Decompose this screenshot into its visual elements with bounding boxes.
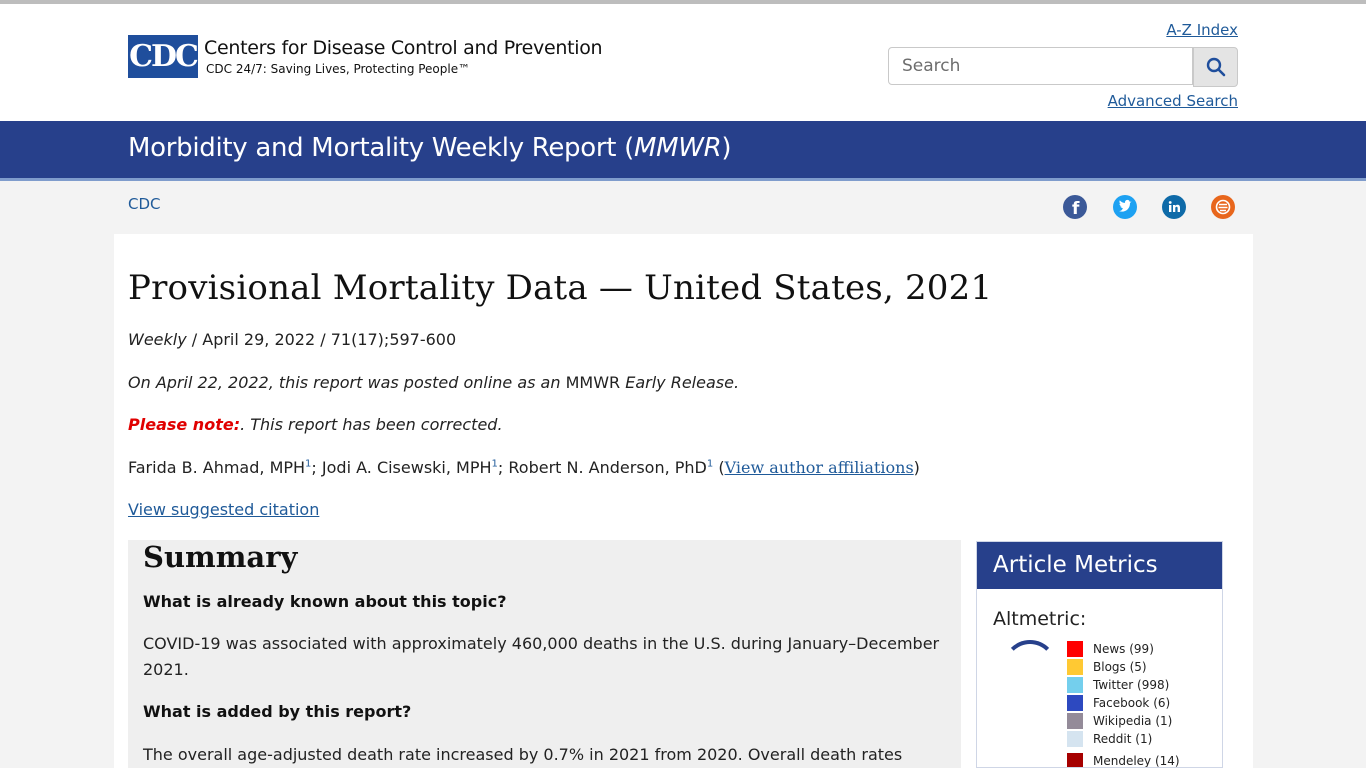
banner-title-suffix: ) <box>721 133 732 163</box>
summary-box: Summary What is already known about this… <box>128 540 961 768</box>
note-text: . This report has been corrected. <box>240 415 503 434</box>
mmwr-banner: Morbidity and Mortality Weekly Report (M… <box>0 121 1366 181</box>
banner-title-prefix: Morbidity and Mortality Weekly Report ( <box>128 133 634 163</box>
syndication-button[interactable] <box>1211 195 1235 219</box>
legend-swatch <box>1067 753 1083 767</box>
summary-answer-2: The overall age-adjusted death rate incr… <box>143 745 903 764</box>
legend-item-wikipedia[interactable]: Wikipedia (1) <box>1067 712 1180 730</box>
early-part1: On April 22, 2022, this report was poste… <box>128 373 566 392</box>
search-input[interactable] <box>888 47 1193 85</box>
legend-item-twitter[interactable]: Twitter (998) <box>1067 676 1180 694</box>
syndication-icon <box>1215 199 1231 215</box>
banner-title-em: MMWR <box>633 133 722 163</box>
altmetric-legend: News (99) Blogs (5) Twitter (998) Facebo… <box>1067 640 1180 768</box>
legend-swatch <box>1067 677 1083 693</box>
article-metrics-panel: Article Metrics Altmetric: News (99) Blo… <box>976 541 1223 768</box>
legend-label: Twitter (998) <box>1093 678 1170 692</box>
author-line: Farida B. Ahmad, MPH1; Jodi A. Cisewski,… <box>128 458 920 477</box>
note-label: Please note: <box>128 415 241 434</box>
cdc-logo[interactable]: CDC <box>128 35 199 78</box>
legend-label: Facebook (6) <box>1093 696 1171 710</box>
early-release-note: On April 22, 2022, this report was poste… <box>128 373 739 392</box>
altmetric-label: Altmetric: <box>993 608 1087 630</box>
author-sep-1: ; <box>311 458 322 477</box>
legend-swatch <box>1067 641 1083 657</box>
legend-item-mendeley[interactable]: Mendeley (14) <box>1067 752 1180 768</box>
org-tagline: CDC 24/7: Saving Lives, Protecting Peopl… <box>206 62 471 76</box>
org-name[interactable]: Centers for Disease Control and Preventi… <box>204 37 603 59</box>
legend-swatch <box>1067 659 1083 675</box>
linkedin-share-button[interactable] <box>1162 195 1186 219</box>
meta-date-volume: / April 29, 2022 / 71(17);597-600 <box>186 330 457 349</box>
legend-label: Blogs (5) <box>1093 660 1147 674</box>
banner-title[interactable]: Morbidity and Mortality Weekly Report (M… <box>128 133 732 163</box>
legend-label: Reddit (1) <box>1093 732 1153 746</box>
summary-question-2: What is added by this report? <box>143 702 412 721</box>
legend-swatch <box>1067 731 1083 747</box>
legend-swatch <box>1067 695 1083 711</box>
legend-label: Wikipedia (1) <box>1093 714 1173 728</box>
author-3: Robert N. Anderson, PhD <box>508 458 707 477</box>
meta-weekly: Weekly <box>128 330 187 349</box>
author-2: Jodi A. Cisewski, MPH <box>321 458 492 477</box>
view-author-affiliations-link[interactable]: View author affiliations <box>725 458 914 477</box>
twitter-icon <box>1119 199 1132 212</box>
summary-heading: Summary <box>143 540 298 574</box>
article-metrics-heading: Article Metrics <box>977 542 1222 589</box>
summary-question-1: What is already known about this topic? <box>143 592 507 611</box>
search-icon <box>1206 57 1225 77</box>
svg-text:f: f <box>1072 199 1080 219</box>
aff-close: ) <box>913 458 920 477</box>
legend-item-blogs[interactable]: Blogs (5) <box>1067 658 1180 676</box>
author-sep-2: ; <box>497 458 509 477</box>
altmetric-donut-icon[interactable] <box>1003 640 1057 694</box>
early-part2: Early Release. <box>620 373 740 392</box>
legend-label: Mendeley (14) <box>1093 754 1180 768</box>
facebook-icon: f <box>1072 199 1080 219</box>
breadcrumb-home[interactable]: CDC <box>128 195 161 213</box>
view-citation-link[interactable]: View suggested citation <box>128 500 319 519</box>
advanced-search-link[interactable]: Advanced Search <box>1100 92 1238 110</box>
legend-swatch <box>1067 713 1083 729</box>
article-title: Provisional Mortality Data — United Stat… <box>128 268 993 308</box>
site-header: CDC Centers for Disease Control and Prev… <box>0 4 1366 121</box>
linkedin-icon <box>1168 201 1180 212</box>
legend-item-reddit[interactable]: Reddit (1) <box>1067 730 1180 748</box>
legend-item-facebook[interactable]: Facebook (6) <box>1067 694 1180 712</box>
author-1: Farida B. Ahmad, MPH <box>128 458 306 477</box>
legend-label: News (99) <box>1093 642 1154 656</box>
facebook-share-button[interactable]: f <box>1063 195 1087 219</box>
summary-answer-1: COVID-19 was associated with approximate… <box>143 634 940 679</box>
article-meta: Weekly / April 29, 2022 / 71(17);597-600 <box>128 330 456 349</box>
az-index-link[interactable]: A-Z Index <box>1160 21 1238 39</box>
twitter-share-button[interactable] <box>1113 195 1137 219</box>
early-mmwr: MMWR <box>565 373 621 392</box>
legend-item-news[interactable]: News (99) <box>1067 640 1180 658</box>
aff-open: ( <box>713 458 725 477</box>
correction-note: Please note:. This report has been corre… <box>128 415 503 434</box>
search-button[interactable] <box>1193 47 1238 87</box>
